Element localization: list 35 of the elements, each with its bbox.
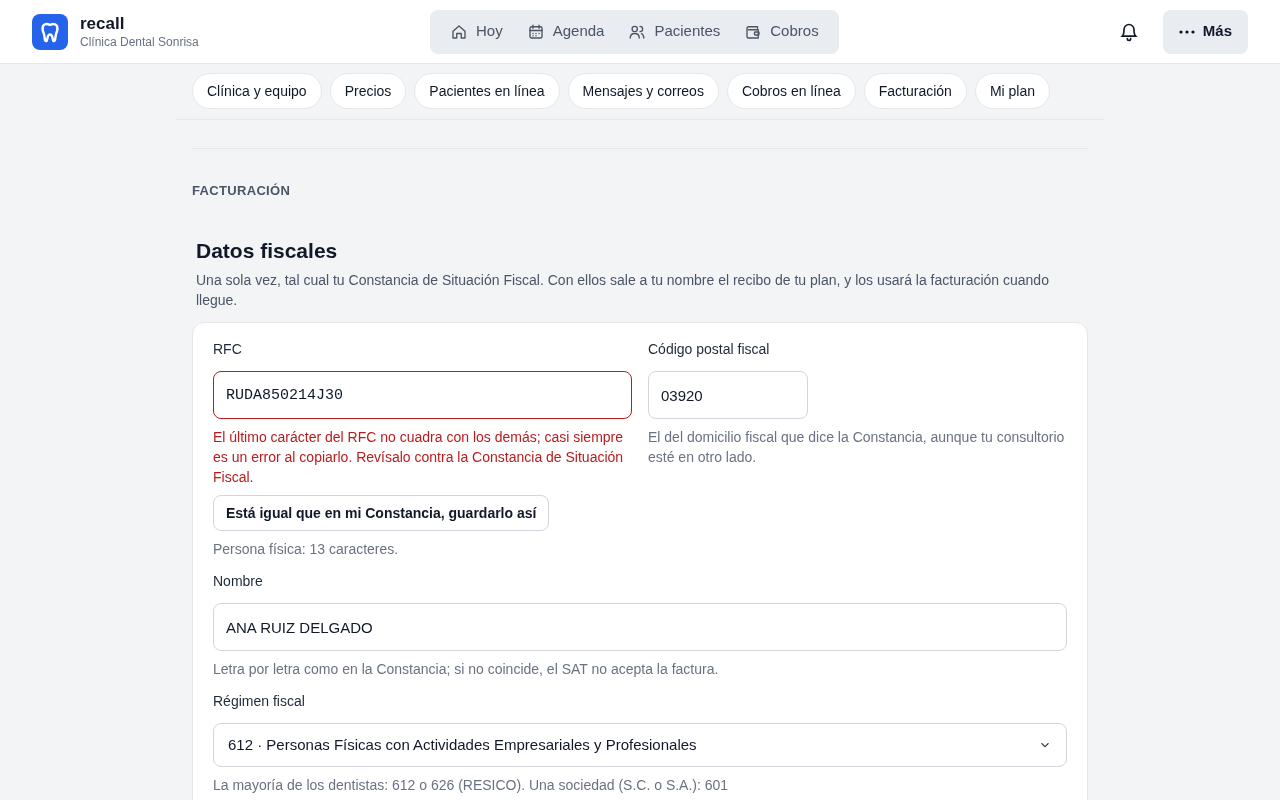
nav-tab[interactable]: Agenda	[514, 13, 617, 50]
field-label: Régimen fiscal	[213, 692, 306, 711]
field-hint: La mayoría de los dentistas: 612 o 626 (RESICO). Una sociedad (S.C. o S.A.): 601	[213, 776, 730, 795]
field-label: RFC	[213, 340, 243, 359]
brand-name: recall	[80, 13, 126, 35]
settings-tab[interactable]: Pacientes en línea	[414, 73, 560, 109]
more-dots-icon	[1178, 29, 1195, 34]
nav-tab[interactable]: Hoy	[438, 13, 515, 50]
settings-tab[interactable]: Mensajes y correos	[567, 73, 719, 109]
section-label: FACTURACIÓN	[192, 182, 292, 200]
field-label: Nombre	[213, 572, 264, 591]
settings-tab[interactable]: Cobros en línea	[726, 73, 856, 109]
clinic-name: Clínica Dental Sonrisa	[80, 34, 199, 50]
settings-tab[interactable]: Clínica y equipo	[192, 73, 322, 109]
nav-tab[interactable]: Pacientes	[616, 13, 733, 50]
nav-tab[interactable]: Cobros	[732, 13, 831, 50]
settings-tab[interactable]: Precios	[329, 73, 407, 109]
settings-tab[interactable]: Mi plan	[974, 73, 1051, 109]
more-button[interactable]: Más	[1162, 9, 1248, 54]
regime-select[interactable]: 612 · Personas Físicas con Actividades Empresariales y Profesionales	[213, 723, 1067, 767]
section-description: Una sola vez, tal cual tu Constancia de Situación Fiscal. Con ellos sale a tu nombre el recibo de tu plan, y los usará la facturación cuando llegue.	[195, 271, 1050, 310]
field-label: Código postal fiscal	[648, 340, 771, 359]
field-hint: Letra por letra como en la Constancia; si no coincide, el SAT no acepta la factura.	[213, 660, 720, 679]
calendar-icon	[526, 22, 545, 41]
notification-bell-icon[interactable]	[1118, 21, 1139, 42]
rfc-input[interactable]: RUDA850214J30	[213, 371, 632, 419]
field-hint: El del domicilio fiscal que dice la Constancia, aunque tu consultorio esté en otro lado.	[648, 428, 1066, 467]
postal-code-input[interactable]: 03920	[648, 371, 808, 419]
section-title: Datos fiscales	[195, 237, 339, 264]
settings-tab[interactable]: Facturación	[863, 73, 967, 109]
name-input[interactable]: ANA RUIZ DELGADO	[213, 603, 1067, 651]
confirm-rfc-button[interactable]: Está igual que en mi Constancia, guardarlo así	[213, 495, 550, 531]
error-message: El último carácter del RFC no cuadra con los demás; casi siempre es un error al copiarlo. Revísalo contra la Constancia de Situación Fiscal.	[213, 428, 625, 487]
field-hint: Persona física: 13 caracteres.	[213, 540, 400, 559]
tooth-logo-icon	[32, 13, 68, 50]
